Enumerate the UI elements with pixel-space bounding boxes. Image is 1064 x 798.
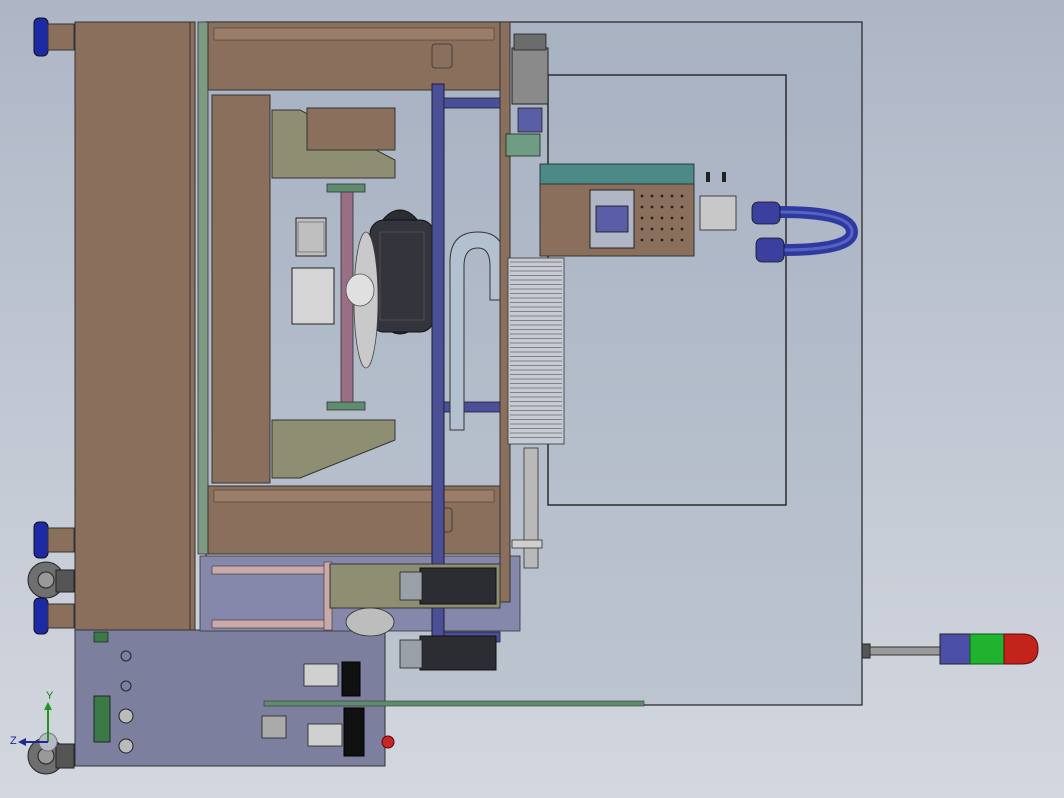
top-servo-motor	[511, 47, 549, 105]
green-base-bar	[263, 700, 645, 707]
caster-wheel-top	[27, 561, 75, 599]
hose-fitting-top	[751, 201, 781, 225]
leveling-foot-bottom	[33, 597, 75, 635]
gearbox-block	[291, 267, 335, 325]
green-frame-strip	[197, 21, 209, 555]
sensor-left	[706, 172, 710, 182]
lead-screw	[523, 447, 539, 569]
signal-tower-light	[861, 633, 1039, 665]
triad-z-label: Z	[10, 735, 17, 747]
small-stepper-motor	[295, 217, 327, 257]
lower-servo-motor-a	[419, 567, 497, 605]
hose-fitting-bottom	[755, 237, 785, 263]
lower-servo-motor-b	[419, 635, 497, 671]
left-frame-column	[74, 21, 196, 633]
cad-model-viewport[interactable]: Y Z	[0, 0, 1064, 798]
rotary-dial	[345, 607, 395, 637]
teal-carriage-block	[539, 163, 695, 185]
solenoid-valve-bottom	[307, 723, 343, 747]
finned-heatsink	[507, 257, 565, 445]
horizontal-rod-top	[211, 565, 331, 575]
panel-port-3	[118, 708, 134, 724]
triad-y-label: Y	[46, 690, 54, 702]
panel-port-4	[118, 738, 134, 754]
solenoid-valve-top	[303, 663, 339, 687]
inner-left-plate	[211, 94, 271, 484]
panel-switch	[261, 715, 287, 739]
leveling-foot-top	[33, 17, 75, 57]
terminal-block	[93, 695, 111, 743]
leveling-foot-middle	[33, 521, 75, 559]
main-vertical-rail	[431, 83, 445, 641]
sensor-right	[722, 172, 726, 182]
horizontal-rod-bottom	[211, 619, 331, 629]
